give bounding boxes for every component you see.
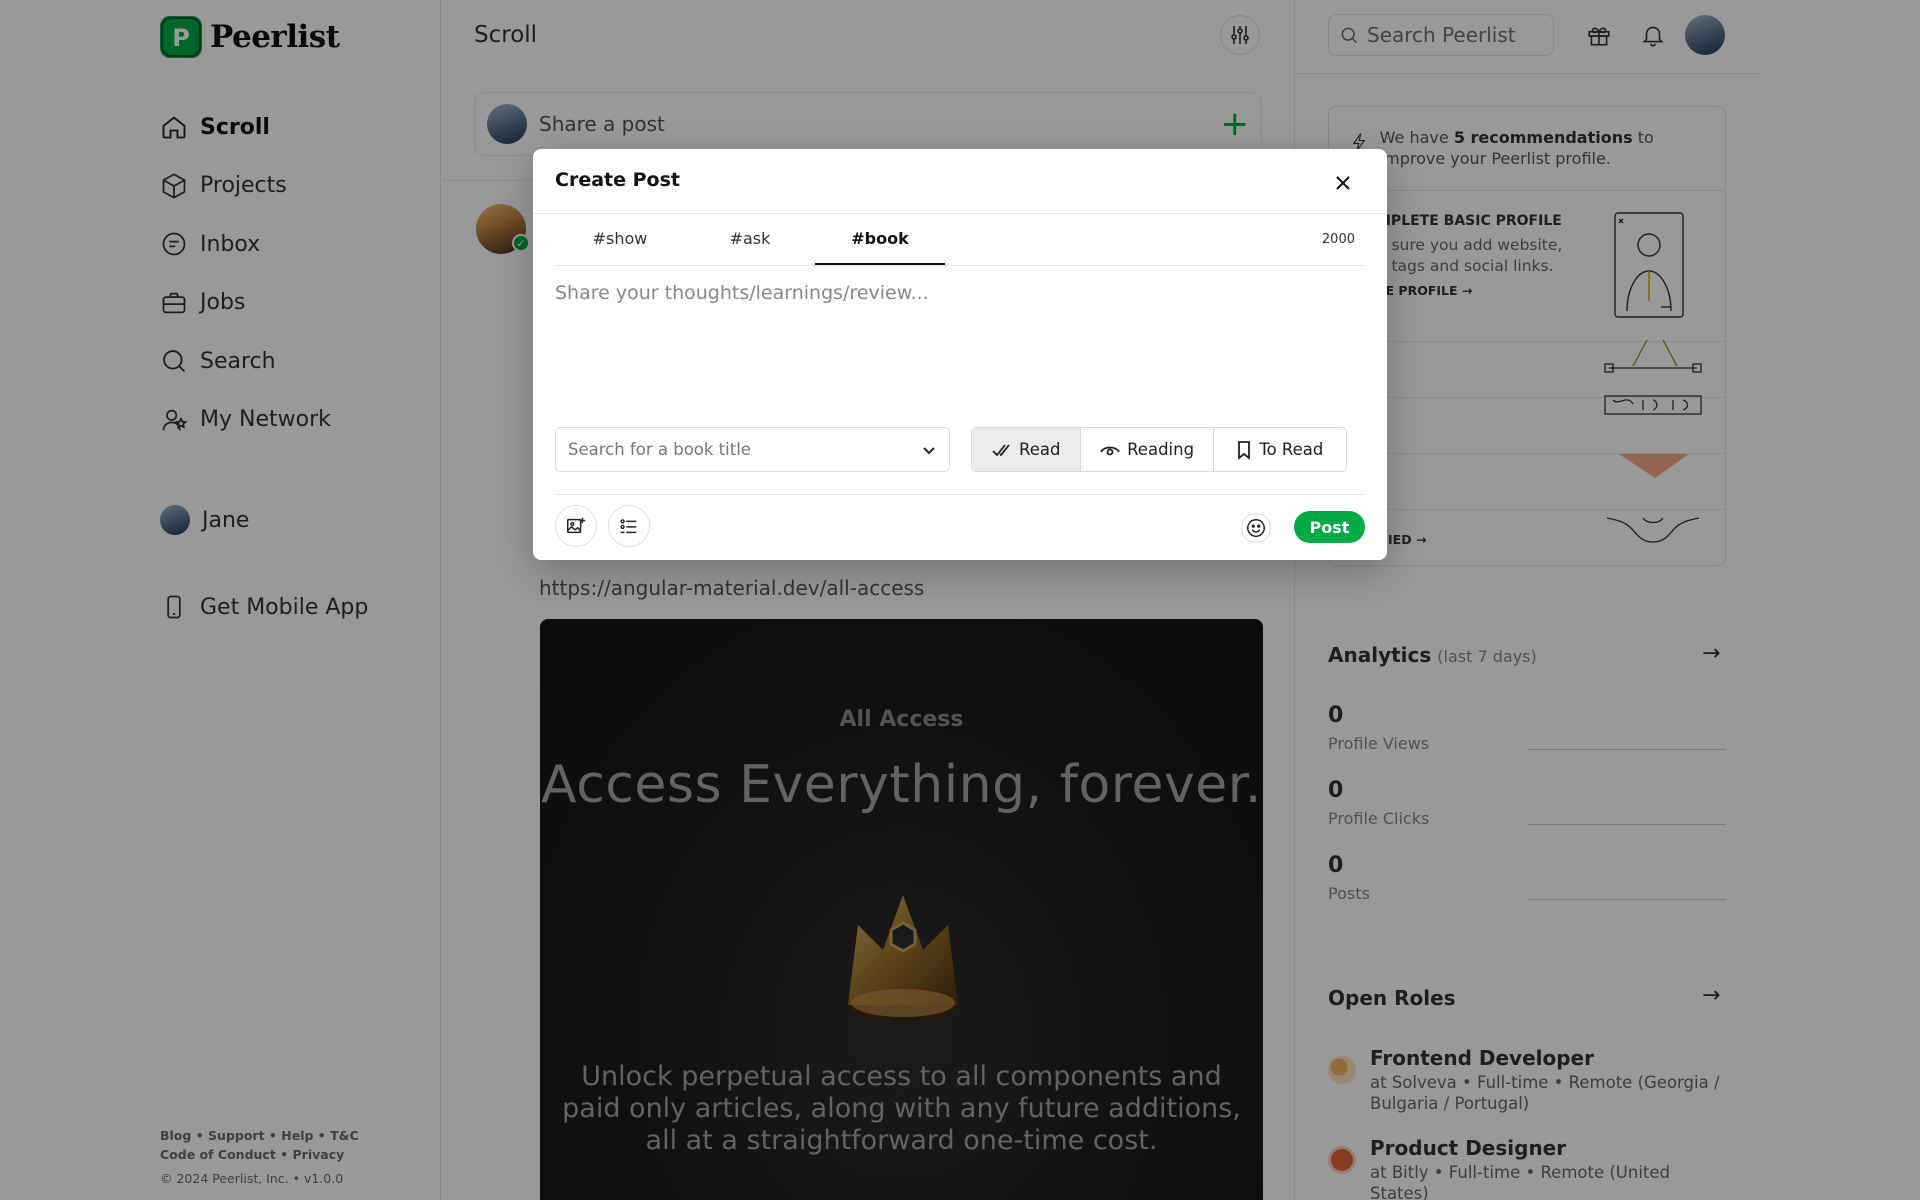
emoji-button[interactable] — [1241, 513, 1271, 543]
divider — [555, 494, 1365, 495]
bookmark-icon — [1238, 440, 1251, 460]
create-post-modal: Create Post #show #ask #book 2000 Search… — [533, 149, 1387, 560]
tab-show[interactable]: #show — [555, 214, 685, 265]
add-list-button[interactable] — [608, 505, 650, 547]
eye-icon — [1100, 446, 1120, 455]
status-label: To Read — [1259, 440, 1324, 459]
modal-title: Create Post — [555, 169, 680, 191]
smiley-icon — [1247, 519, 1265, 537]
chevron-down-icon — [923, 446, 935, 454]
tab-ask[interactable]: #ask — [685, 214, 815, 265]
reading-status-group: Read Reading To Read — [971, 427, 1347, 472]
tab-book[interactable]: #book — [815, 214, 945, 265]
post-body-textarea[interactable] — [555, 282, 1365, 372]
status-to-read-button[interactable]: To Read — [1214, 428, 1346, 471]
close-button[interactable] — [1331, 171, 1355, 195]
list-icon — [620, 519, 637, 534]
status-label: Reading — [1127, 440, 1195, 459]
add-image-icon — [567, 517, 586, 534]
post-type-tabs: #show #ask #book 2000 — [555, 214, 1365, 266]
double-check-icon — [992, 443, 1010, 456]
status-reading-button[interactable]: Reading — [1081, 428, 1214, 471]
book-search-placeholder: Search for a book title — [568, 440, 751, 459]
char-limit: 2000 — [1321, 232, 1355, 247]
post-button[interactable]: Post — [1294, 511, 1365, 543]
close-icon — [1336, 176, 1350, 190]
add-image-button[interactable] — [555, 505, 597, 547]
book-title-search[interactable]: Search for a book title — [555, 427, 950, 472]
status-read-button[interactable]: Read — [972, 428, 1082, 471]
status-label: Read — [1018, 440, 1061, 459]
